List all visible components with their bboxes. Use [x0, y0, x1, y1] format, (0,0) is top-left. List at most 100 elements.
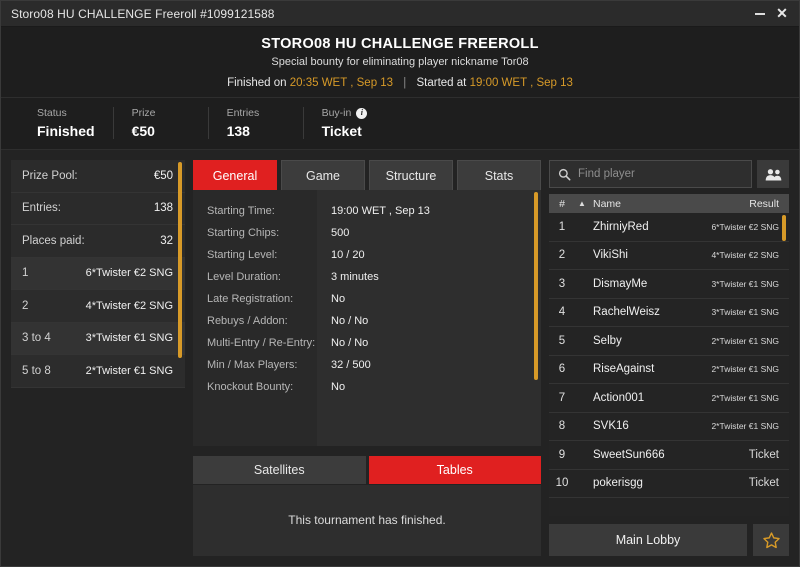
- payout-row[interactable]: 2 4*Twister €2 SNG: [11, 290, 185, 323]
- detail-value: 500: [317, 222, 541, 244]
- payout-place: 5 to 8: [22, 365, 51, 377]
- stat-status: Status Finished: [1, 107, 113, 139]
- prize-pool-scroll-thumb[interactable]: [178, 162, 182, 358]
- detail-label: Starting Level:: [193, 244, 317, 266]
- detail-value: No / No: [317, 332, 541, 354]
- info-icon[interactable]: i: [356, 108, 367, 119]
- player-rank: 3: [549, 278, 575, 290]
- payout-row[interactable]: 1 6*Twister €2 SNG: [11, 258, 185, 291]
- player-name: SweetSun666: [575, 449, 749, 461]
- tab-structure[interactable]: Structure: [369, 160, 453, 190]
- detail-value: 32 / 500: [317, 354, 541, 376]
- tournament-lobby-window: Storo08 HU CHALLENGE Freeroll #109912158…: [0, 0, 800, 567]
- detail-value: No / No: [317, 310, 541, 332]
- details-scrollbar[interactable]: [534, 190, 538, 446]
- player-rank: 1: [549, 221, 575, 233]
- player-rank: 4: [549, 306, 575, 318]
- tables-panel: This tournament has finished.: [193, 485, 541, 557]
- player-row[interactable]: 9 SweetSun666 Ticket: [549, 441, 789, 470]
- payout-prize: 4*Twister €2 SNG: [86, 300, 173, 312]
- payout-row[interactable]: 5 to 8 2*Twister €1 SNG: [11, 355, 185, 388]
- player-list-scrollbar[interactable]: [782, 213, 786, 516]
- column-header-num[interactable]: #: [549, 198, 575, 210]
- sort-ascending-icon[interactable]: ▲: [575, 199, 589, 208]
- player-name: SVK16: [575, 420, 711, 432]
- tab-game[interactable]: Game: [281, 160, 365, 190]
- player-result: 2*Twister €1 SNG: [711, 336, 779, 346]
- detail-label: Late Registration:: [193, 288, 317, 310]
- payout-place: 3 to 4: [22, 332, 51, 344]
- favorite-button[interactable]: [753, 524, 789, 556]
- stat-buyin: Buy-in i Ticket: [303, 107, 398, 139]
- detail-value: No: [317, 376, 541, 398]
- stat-buyin-label-text: Buy-in: [322, 107, 352, 119]
- player-list-header: # ▲ Name Result: [549, 194, 789, 213]
- stat-prize-value: €50: [132, 123, 190, 139]
- detail-label: Starting Chips:: [193, 222, 317, 244]
- started-time: 19:00 WET , Sep 13: [470, 77, 573, 89]
- detail-value: No: [317, 288, 541, 310]
- friends-button[interactable]: [757, 160, 789, 188]
- search-icon: [558, 168, 571, 181]
- minimize-button[interactable]: [749, 3, 771, 25]
- payout-row[interactable]: 9 to 16 Twister €1 SNG: [11, 388, 185, 389]
- player-name: Selby: [575, 335, 711, 347]
- tab-stats[interactable]: Stats: [457, 160, 541, 190]
- detail-value-column: 19:00 WET , Sep 13 500 10 / 20 3 minutes…: [317, 190, 541, 446]
- details-scroll-thumb[interactable]: [534, 192, 538, 380]
- player-result: 6*Twister €2 SNG: [711, 222, 779, 232]
- search-input[interactable]: [578, 168, 743, 180]
- prize-pool-value: €50: [154, 170, 173, 182]
- stat-buyin-value: Ticket: [322, 123, 380, 139]
- player-row[interactable]: 2 VikiShi 4*Twister €2 SNG: [549, 242, 789, 271]
- prize-row: Prize Pool: €50: [11, 160, 185, 193]
- player-rank: 9: [549, 449, 575, 461]
- stat-entries: Entries 138: [208, 107, 303, 139]
- title-bar: Storo08 HU CHALLENGE Freeroll #109912158…: [1, 1, 799, 27]
- player-row[interactable]: 6 RiseAgainst 2*Twister €1 SNG: [549, 356, 789, 385]
- general-details-panel: Starting Time: Starting Chips: Starting …: [193, 190, 541, 446]
- tab-satellites[interactable]: Satellites: [193, 456, 366, 484]
- entries-value: 138: [154, 202, 173, 214]
- detail-value: 3 minutes: [317, 266, 541, 288]
- player-list: 1 ZhirniyRed 6*Twister €2 SNG 2 VikiShi …: [549, 213, 789, 516]
- column-header-result[interactable]: Result: [749, 198, 779, 210]
- detail-label-column: Starting Time: Starting Chips: Starting …: [193, 190, 317, 446]
- payout-place: 2: [22, 300, 28, 312]
- search-box[interactable]: [549, 160, 752, 188]
- tab-general[interactable]: General: [193, 160, 277, 190]
- tournament-times: Finished on 20:35 WET , Sep 13 | Started…: [1, 77, 799, 89]
- stat-prize-label: Prize: [132, 107, 190, 119]
- player-list-scroll-thumb[interactable]: [782, 215, 786, 241]
- player-row[interactable]: 3 DismayMe 3*Twister €1 SNG: [549, 270, 789, 299]
- player-row[interactable]: 1 ZhirniyRed 6*Twister €2 SNG: [549, 213, 789, 242]
- tournament-title: STORO08 HU CHALLENGE FREEROLL: [1, 36, 799, 52]
- player-row[interactable]: 8 SVK16 2*Twister €1 SNG: [549, 413, 789, 442]
- player-rank: 8: [549, 420, 575, 432]
- player-row[interactable]: 7 Action001 2*Twister €1 SNG: [549, 384, 789, 413]
- tournament-header: STORO08 HU CHALLENGE FREEROLL Special bo…: [1, 27, 799, 98]
- finished-time: 20:35 WET , Sep 13: [290, 77, 393, 89]
- detail-label: Rebuys / Addon:: [193, 310, 317, 332]
- players-column: # ▲ Name Result 1 ZhirniyRed 6*Twister €…: [549, 160, 789, 556]
- main-lobby-button[interactable]: Main Lobby: [549, 524, 747, 556]
- player-search-row: [549, 160, 789, 188]
- player-row[interactable]: 5 Selby 2*Twister €1 SNG: [549, 327, 789, 356]
- player-row[interactable]: 10 pokerisgg Ticket: [549, 470, 789, 499]
- column-header-name[interactable]: Name: [589, 198, 749, 210]
- prize-pool-scrollbar[interactable]: [178, 160, 182, 388]
- lobby-actions: Main Lobby: [549, 524, 789, 556]
- player-rank: 6: [549, 363, 575, 375]
- tab-tables[interactable]: Tables: [369, 456, 542, 484]
- payout-place: 1: [22, 267, 28, 279]
- close-button[interactable]: ✕: [771, 3, 793, 25]
- player-result: Ticket: [749, 477, 779, 489]
- player-result: 2*Twister €1 SNG: [711, 393, 779, 403]
- player-row[interactable]: 4 RachelWeisz 3*Twister €1 SNG: [549, 299, 789, 328]
- payout-row[interactable]: 3 to 4 3*Twister €1 SNG: [11, 323, 185, 356]
- player-name: ZhirniyRed: [575, 221, 711, 233]
- prize-pool-column: Prize Pool: €50 Entries: 138 Places paid…: [11, 160, 185, 556]
- player-name: DismayMe: [575, 278, 711, 290]
- detail-label: Min / Max Players:: [193, 354, 317, 376]
- prize-row: Places paid: 32: [11, 225, 185, 258]
